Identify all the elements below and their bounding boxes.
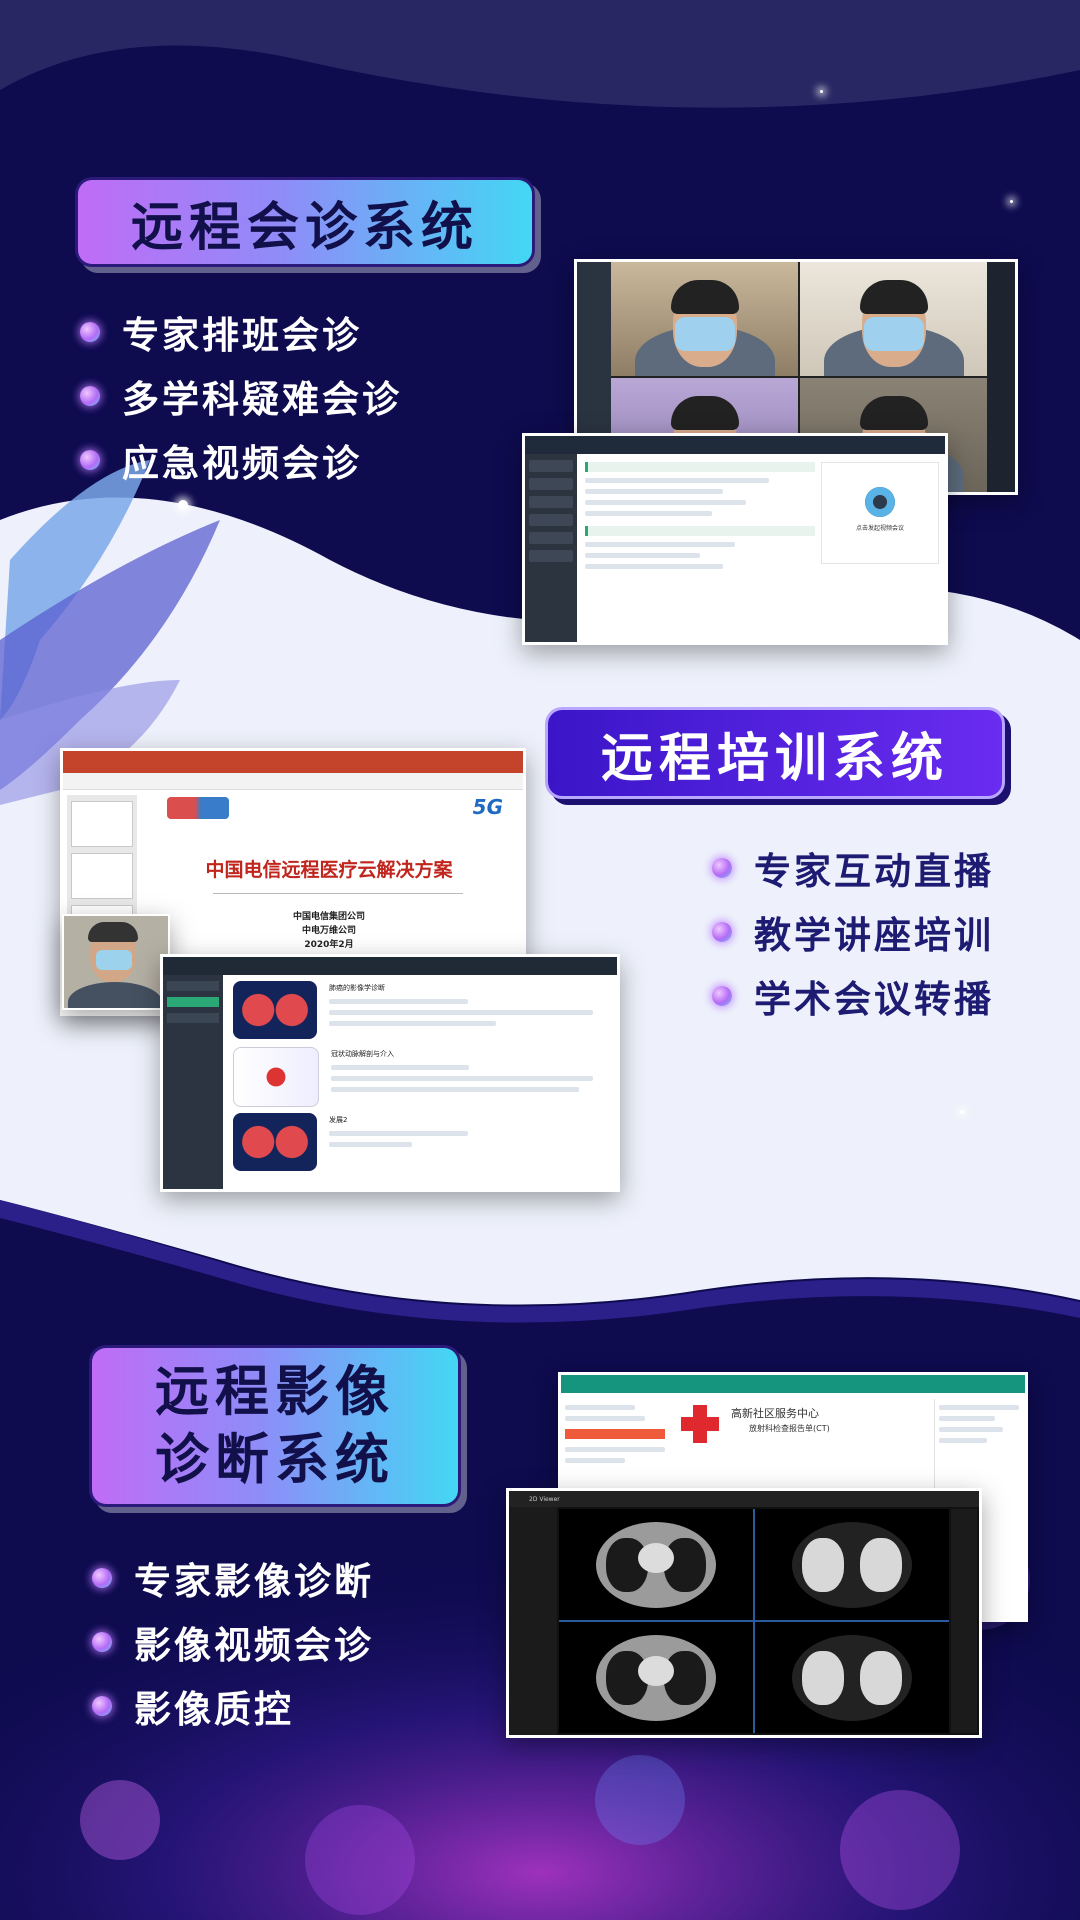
lung-thumbnail xyxy=(233,981,317,1039)
slide-org-1: 中国电信集团公司 xyxy=(292,912,365,922)
course-list: 肺癌的影像学诊断 冠状动脉解剖与介入 发展2 xyxy=(233,981,607,1179)
sparkle xyxy=(820,90,823,93)
ct-slice xyxy=(755,1509,949,1620)
app-topbar xyxy=(525,436,945,454)
list-item: 冠状动脉解剖与介入 xyxy=(233,1047,607,1113)
app-sidebar xyxy=(163,975,223,1189)
report-center-name: 高新社区服务中心 xyxy=(731,1407,819,1420)
section-title-text: 远程培训系统 xyxy=(600,728,949,789)
ct-grid xyxy=(559,1509,949,1733)
sparkle xyxy=(178,500,188,510)
report-title: 放射科检查报告单(CT) xyxy=(749,1424,830,1433)
feature-label: 多学科疑难会诊 xyxy=(122,378,402,421)
sparkle xyxy=(960,1110,964,1114)
video-tile xyxy=(800,262,987,376)
bullet-icon xyxy=(80,386,100,406)
video-panel: 点击发起视频会议 xyxy=(821,462,939,564)
list-item: 专家排班会诊 xyxy=(80,300,402,364)
slide-date: 2020年2月 xyxy=(304,940,354,950)
list-item: 多学科疑难会诊 xyxy=(80,364,402,428)
bullet-icon xyxy=(80,450,100,470)
section-title-line-1: 远程影像 xyxy=(155,1360,395,1423)
webcam-icon xyxy=(865,487,895,517)
list-item: 影像视频会诊 xyxy=(92,1610,374,1674)
consultation-app-screenshot: 点击发起视频会议 xyxy=(522,433,948,645)
list-item: 学术会议转播 xyxy=(712,964,994,1028)
viewer-title: 2D Viewer xyxy=(529,1495,560,1503)
bullet-icon xyxy=(92,1696,112,1716)
app-topbar xyxy=(163,957,617,975)
feature-label: 专家排班会诊 xyxy=(122,314,362,357)
bullet-icon xyxy=(80,322,100,342)
bullet-icon xyxy=(92,1568,112,1588)
course-list-screenshot: 肺癌的影像学诊断 冠状动脉解剖与介入 发展2 xyxy=(160,954,620,1192)
china-telecom-logo xyxy=(167,797,229,819)
list-item: 影像质控 xyxy=(92,1674,374,1738)
start-video-button[interactable]: 点击发起视频会议 xyxy=(822,523,938,532)
section-title-imaging: 远程影像 诊断系统 xyxy=(92,1348,458,1504)
list-item: 应急视频会诊 xyxy=(80,428,402,492)
patient-search-panel xyxy=(565,1399,665,1469)
imaging-feature-list: 专家影像诊断 影像视频会诊 影像质控 xyxy=(92,1546,374,1738)
feature-label: 影像质控 xyxy=(134,1688,294,1731)
feature-label: 教学讲座培训 xyxy=(754,914,994,957)
slide-org-2: 中电万维公司 xyxy=(301,926,356,936)
feature-label: 应急视频会诊 xyxy=(122,442,362,485)
consultation-feature-list: 专家排班会诊 多学科疑难会诊 应急视频会诊 xyxy=(80,300,402,492)
training-feature-list: 专家互动直播 教学讲座培训 学术会议转播 xyxy=(712,836,994,1028)
form-area xyxy=(585,462,815,575)
sparkle xyxy=(1010,200,1013,203)
ct-slice xyxy=(755,1622,949,1733)
video-tile xyxy=(611,262,798,376)
app-sidebar xyxy=(525,454,577,642)
list-item: 教学讲座培训 xyxy=(712,900,994,964)
bullet-icon xyxy=(712,922,732,942)
course-title[interactable]: 发展2 xyxy=(329,1115,607,1125)
feature-label: 专家互动直播 xyxy=(754,850,994,893)
course-title[interactable]: 冠状动脉解剖与介入 xyxy=(331,1049,607,1059)
list-item: 发展2 xyxy=(233,1113,607,1179)
app-topbar xyxy=(561,1375,1025,1393)
ct-slice xyxy=(559,1509,753,1620)
list-item: 肺癌的影像学诊断 xyxy=(233,981,607,1047)
viewer-toolbar: 2D Viewer xyxy=(509,1491,979,1507)
ct-viewer-screenshot: 2D Viewer xyxy=(506,1488,982,1738)
section-title-line-2: 诊断系统 xyxy=(155,1428,395,1491)
section-title-training: 远程培训系统 xyxy=(548,710,1002,796)
list-item: 专家互动直播 xyxy=(712,836,994,900)
ppt-ribbon xyxy=(63,773,523,790)
slide-title: 中国电信远程医疗云解决方案 xyxy=(205,859,453,881)
course-title[interactable]: 肺癌的影像学诊断 xyxy=(329,983,607,993)
viewer-tools-panel xyxy=(509,1507,557,1735)
presenter-webcam xyxy=(62,914,170,1010)
heart-thumbnail xyxy=(233,1047,319,1107)
feature-label: 影像视频会诊 xyxy=(134,1624,374,1667)
bullet-icon xyxy=(712,986,732,1006)
ct-slice xyxy=(559,1622,753,1733)
section-title-text: 远程会诊系统 xyxy=(130,197,479,258)
lung-thumbnail xyxy=(233,1113,317,1171)
bullet-icon xyxy=(92,1632,112,1652)
list-item: 专家影像诊断 xyxy=(92,1546,374,1610)
feature-label: 学术会议转播 xyxy=(754,978,994,1021)
ppt-titlebar xyxy=(63,751,523,773)
feature-label: 专家影像诊断 xyxy=(134,1560,374,1603)
series-strip xyxy=(951,1509,977,1733)
bullet-icon xyxy=(712,858,732,878)
5g-logo: 5G xyxy=(472,795,503,819)
section-title-consultation: 远程会诊系统 xyxy=(78,180,532,264)
search-button[interactable] xyxy=(565,1429,665,1439)
